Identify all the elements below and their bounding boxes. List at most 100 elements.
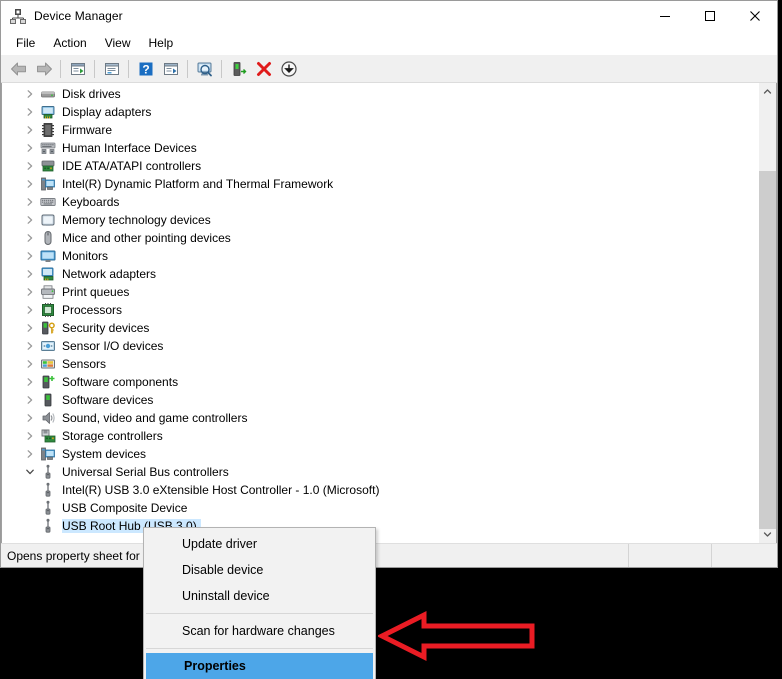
chevron-right-icon[interactable] xyxy=(22,212,38,228)
help-question-icon: ? xyxy=(139,62,152,76)
uninstall-red-x-icon xyxy=(256,61,271,76)
tree-node-sound-video-game-controllers[interactable]: Sound, video and game controllers xyxy=(2,409,758,427)
chevron-up-icon xyxy=(763,89,772,94)
tree-node-software-components[interactable]: Software components xyxy=(2,373,758,391)
tree-node-label: Memory technology devices xyxy=(62,213,211,227)
context-menu-item-update-driver[interactable]: Update driver xyxy=(144,531,375,557)
tree-node-memory-technology-devices[interactable]: Memory technology devices xyxy=(2,211,758,229)
chevron-right-icon[interactable] xyxy=(22,374,38,390)
show-hide-console-tree-button[interactable] xyxy=(65,57,90,80)
chevron-right-icon[interactable] xyxy=(22,104,38,120)
forward-button[interactable] xyxy=(31,57,56,80)
display-adapter-icon xyxy=(40,104,56,120)
tree-node-software-devices[interactable]: Software devices xyxy=(2,391,758,409)
minimize-button[interactable] xyxy=(642,1,687,31)
enable-device-icon xyxy=(233,61,246,76)
tree-node-print-queues[interactable]: Print queues xyxy=(2,283,758,301)
context-menu-item-disable-device[interactable]: Disable device xyxy=(144,557,375,583)
tree-node-label: Disk drives xyxy=(62,87,121,101)
chevron-right-icon[interactable] xyxy=(22,320,38,336)
chevron-right-icon[interactable] xyxy=(22,446,38,462)
tree-node-usb-root-hub-selected[interactable]: USB Root Hub (USB 3.0) xyxy=(2,517,758,535)
tree-node-security-devices[interactable]: Security devices xyxy=(2,319,758,337)
context-menu-item-uninstall-device[interactable]: Uninstall device xyxy=(144,583,375,609)
speaker-icon xyxy=(40,410,56,426)
menu-view[interactable]: View xyxy=(96,33,140,54)
enable-device-button[interactable] xyxy=(226,57,251,80)
tree-node-label: Intel(R) USB 3.0 eXtensible Host Control… xyxy=(62,483,380,497)
chevron-right-icon[interactable] xyxy=(22,230,38,246)
scan-hardware-changes-button[interactable] xyxy=(192,57,217,80)
menu-help[interactable]: Help xyxy=(140,33,183,54)
tree-node-sensor-io-devices[interactable]: Sensor I/O devices xyxy=(2,337,758,355)
network-adapter-icon xyxy=(40,266,56,282)
maximize-button[interactable] xyxy=(687,1,732,31)
tree-node-firmware[interactable]: Firmware xyxy=(2,121,758,139)
disk-drive-icon xyxy=(40,86,56,102)
tree-node-usb-composite-device[interactable]: USB Composite Device xyxy=(2,499,758,517)
tree-node-disk-drives[interactable]: Disk drives xyxy=(2,85,758,103)
software-component-icon xyxy=(40,374,56,390)
tree-node-sensors[interactable]: Sensors xyxy=(2,355,758,373)
update-driver-button[interactable] xyxy=(158,57,183,80)
tree-node-intel-dynamic-platform[interactable]: Intel(R) Dynamic Platform and Thermal Fr… xyxy=(2,175,758,193)
uninstall-device-button[interactable] xyxy=(251,57,276,80)
tree-node-label: Security devices xyxy=(62,321,150,335)
chevron-down-icon[interactable] xyxy=(22,464,38,480)
system-device-icon xyxy=(40,446,56,462)
menu-action[interactable]: Action xyxy=(44,33,95,54)
menu-file[interactable]: File xyxy=(7,33,44,54)
tree-node-system-devices[interactable]: System devices xyxy=(2,445,758,463)
scroll-up-button[interactable] xyxy=(759,83,776,100)
chevron-right-icon[interactable] xyxy=(22,176,38,192)
status-segment-2 xyxy=(711,544,777,567)
back-arrow-icon xyxy=(10,62,26,75)
chevron-right-icon[interactable] xyxy=(22,392,38,408)
chevron-right-icon[interactable] xyxy=(22,140,38,156)
chevron-right-icon[interactable] xyxy=(22,356,38,372)
scrollbar-thumb[interactable] xyxy=(759,171,776,529)
tree-node-network-adapters[interactable]: Network adapters xyxy=(2,265,758,283)
tree-node-intel-usb-3-host-controller[interactable]: Intel(R) USB 3.0 eXtensible Host Control… xyxy=(2,481,758,499)
tree-node-mice-and-pointing-devices[interactable]: Mice and other pointing devices xyxy=(2,229,758,247)
software-device-icon xyxy=(40,392,56,408)
context-menu-item-label: Properties xyxy=(184,659,246,673)
vertical-scrollbar[interactable] xyxy=(758,83,776,543)
chevron-right-icon[interactable] xyxy=(22,428,38,444)
tree-node-storage-controllers[interactable]: Storage controllers xyxy=(2,427,758,445)
chevron-right-icon[interactable] xyxy=(22,302,38,318)
tree-node-processors[interactable]: Processors xyxy=(2,301,758,319)
properties-button[interactable] xyxy=(99,57,124,80)
close-button[interactable] xyxy=(732,1,777,31)
back-button[interactable] xyxy=(6,57,31,80)
device-manager-window: Device Manager File Action View Help ? D… xyxy=(0,0,778,568)
chevron-right-icon[interactable] xyxy=(22,248,38,264)
device-tree[interactable]: Disk drives Display adapters Firmware Hu… xyxy=(2,83,758,543)
context-menu-item-scan-for-hardware-changes[interactable]: Scan for hardware changes xyxy=(144,618,375,644)
storage-controller-icon xyxy=(40,428,56,444)
tree-node-monitors[interactable]: Monitors xyxy=(2,247,758,265)
chevron-right-icon[interactable] xyxy=(22,266,38,282)
tree-node-keyboards[interactable]: Keyboards xyxy=(2,193,758,211)
tree-node-label: Network adapters xyxy=(62,267,157,281)
scroll-down-button[interactable] xyxy=(759,526,776,543)
chevron-right-icon[interactable] xyxy=(22,410,38,426)
chevron-right-icon[interactable] xyxy=(22,158,38,174)
tree-node-label: System devices xyxy=(62,447,147,461)
chevron-right-icon[interactable] xyxy=(22,338,38,354)
tree-node-display-adapters[interactable]: Display adapters xyxy=(2,103,758,121)
tree-node-ide-ata-atapi-controllers[interactable]: IDE ATA/ATAPI controllers xyxy=(2,157,758,175)
disable-down-arrow-icon xyxy=(280,60,297,77)
tree-node-universal-serial-bus-controllers[interactable]: Universal Serial Bus controllers xyxy=(2,463,758,481)
chevron-right-icon[interactable] xyxy=(22,194,38,210)
minimize-icon xyxy=(659,16,670,17)
chevron-right-icon[interactable] xyxy=(22,284,38,300)
context-menu-item-properties[interactable]: Properties xyxy=(146,653,373,679)
context-menu-separator xyxy=(146,613,373,614)
chevron-right-icon[interactable] xyxy=(22,122,38,138)
disable-device-button[interactable] xyxy=(276,57,301,80)
tree-node-human-interface-devices[interactable]: Human Interface Devices xyxy=(2,139,758,157)
chevron-right-icon[interactable] xyxy=(22,86,38,102)
help-button[interactable]: ? xyxy=(133,57,158,80)
security-key-icon xyxy=(40,320,56,336)
